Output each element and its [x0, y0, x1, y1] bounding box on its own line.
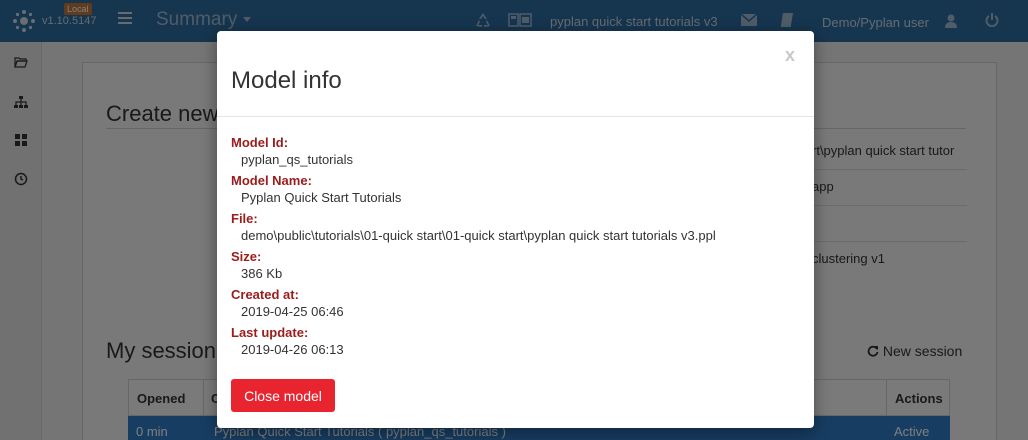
- close-icon[interactable]: x: [785, 45, 795, 66]
- model-name-label: Model Name:: [231, 173, 312, 188]
- file-label: File:: [231, 211, 258, 226]
- model-name-value: Pyplan Quick Start Tutorials: [241, 190, 402, 205]
- model-id-label: Model Id:: [231, 135, 289, 150]
- modal-header: Model info x: [217, 31, 814, 117]
- modal-title: Model info: [231, 67, 342, 94]
- model-info-dialog: Model info x Model Id: pyplan_qs_tutoria…: [217, 31, 814, 428]
- created-at-value: 2019-04-25 06:46: [241, 304, 344, 319]
- close-model-button[interactable]: Close model: [231, 379, 335, 412]
- size-label: Size:: [231, 249, 262, 264]
- created-at-label: Created at:: [231, 287, 299, 302]
- last-update-value: 2019-04-26 06:13: [241, 342, 344, 357]
- model-id-value: pyplan_qs_tutorials: [241, 152, 354, 167]
- last-update-label: Last update:: [231, 325, 309, 340]
- file-value: demo\public\tutorials\01-quick start\01-…: [241, 228, 716, 243]
- size-value: 386 Kb: [241, 266, 283, 281]
